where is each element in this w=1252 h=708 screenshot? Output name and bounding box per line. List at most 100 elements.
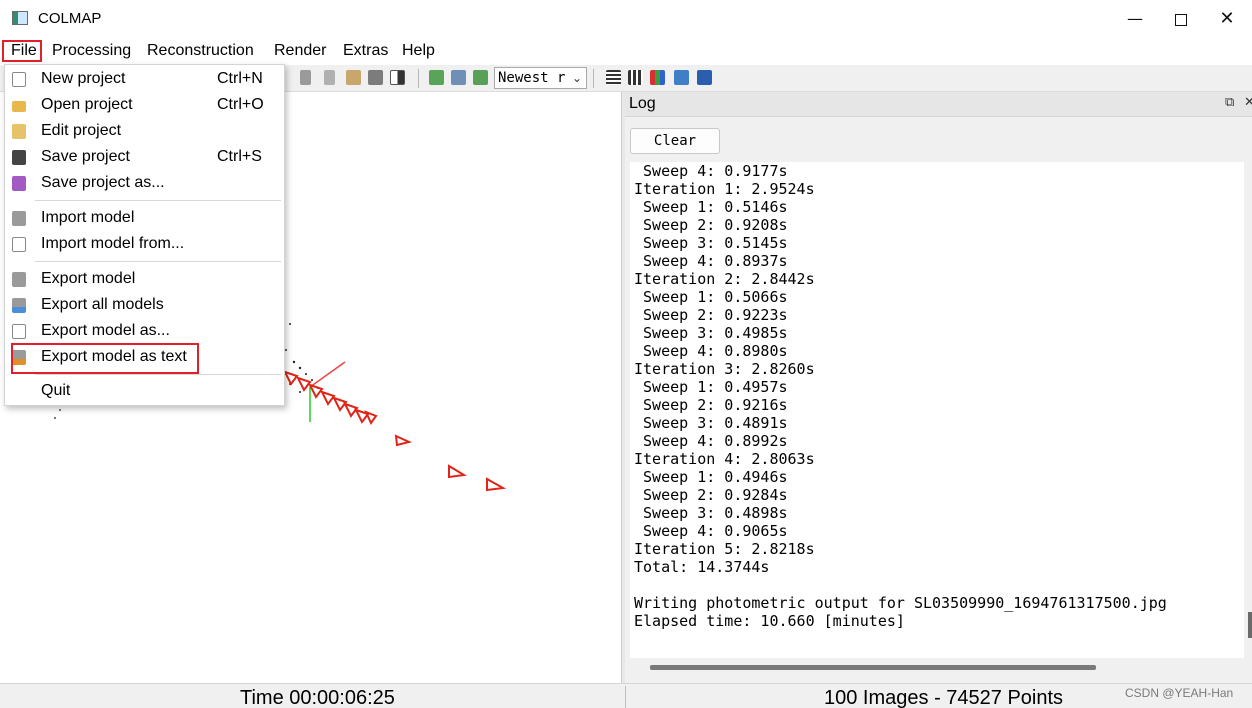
menu-extras[interactable]: Extras — [343, 42, 388, 60]
log-line: Sweep 3: 0.4985s — [634, 324, 788, 342]
log-line: Sweep 4: 0.9065s — [634, 522, 788, 540]
log-line: Sweep 1: 0.5146s — [634, 198, 788, 216]
menu-bar: File Processing Reconstruction Render Ex… — [0, 38, 1252, 65]
log-line: Sweep 1: 0.5066s — [634, 288, 788, 306]
export-as-icon — [12, 324, 26, 339]
menu-item-label: Edit project — [41, 122, 122, 139]
menu-item-label: Export all models — [41, 296, 164, 313]
menu-item-new-project[interactable]: New project Ctrl+N — [5, 67, 284, 93]
log-line: Sweep 2: 0.9223s — [634, 306, 788, 324]
log-dock-header: Log ⧉ ✕ — [625, 92, 1252, 117]
toolbar-separator — [593, 69, 594, 88]
log-line: Sweep 1: 0.4946s — [634, 468, 788, 486]
menu-item-label: Open project — [41, 96, 133, 113]
sort-order-value: Newest r — [498, 70, 566, 86]
menu-item-label: Save project — [41, 148, 130, 165]
menu-item-import-model[interactable]: Import model — [5, 206, 284, 232]
import-from-icon — [12, 237, 26, 252]
log-line: Sweep 4: 0.8937s — [634, 252, 788, 270]
menu-item-quit[interactable]: Quit — [5, 379, 284, 405]
log-lines-icon[interactable] — [606, 70, 621, 85]
contrast-icon[interactable] — [390, 70, 405, 85]
log-line: Iteration 4: 2.8063s — [634, 450, 815, 468]
title-bar: COLMAP — ✕ — [0, 0, 1252, 38]
menu-help[interactable]: Help — [402, 42, 435, 60]
log-horizontal-scrollbar[interactable] — [630, 658, 1244, 676]
menu-item-save-project-as[interactable]: Save project as... — [5, 171, 284, 197]
log-line: Sweep 4: 0.8980s — [634, 342, 788, 360]
file-menu-highlight — [2, 40, 42, 62]
tools-icon[interactable] — [368, 70, 383, 85]
menu-item-shortcut: Ctrl+O — [217, 96, 264, 113]
menu-item-export-model-as[interactable]: Export model as... — [5, 319, 284, 345]
menu-reconstruction[interactable]: Reconstruction — [147, 42, 254, 60]
log-title: Log — [629, 95, 656, 112]
clear-log-button[interactable]: Clear — [630, 128, 720, 154]
export-icon — [12, 272, 26, 287]
image-icon[interactable] — [674, 70, 689, 85]
menu-item-label: Quit — [41, 382, 71, 399]
status-separator — [625, 686, 626, 708]
menu-item-label: Save project as... — [41, 174, 165, 191]
menu-item-label: Import model — [41, 209, 135, 226]
log-line: Sweep 3: 0.5145s — [634, 234, 788, 252]
import-icon — [12, 211, 26, 226]
log-line: Sweep 2: 0.9216s — [634, 396, 788, 414]
sort-order-combo[interactable]: Newest r ⌄ — [494, 67, 587, 89]
colmap-app-icon — [12, 11, 28, 25]
close-icon[interactable]: ✕ — [1204, 0, 1250, 38]
log-line: Total: 14.3744s — [634, 558, 770, 576]
edit-icon — [12, 124, 26, 139]
log-line: Sweep 2: 0.9284s — [634, 486, 788, 504]
menu-separator — [35, 261, 281, 262]
camera-frustums — [283, 370, 507, 492]
log-line: Sweep 4: 0.8992s — [634, 432, 788, 450]
menu-item-open-project[interactable]: Open project Ctrl+O — [5, 93, 284, 119]
add-image-icon[interactable] — [429, 70, 444, 85]
log-line: Sweep 2: 0.9208s — [634, 216, 788, 234]
log-line: Sweep 3: 0.4891s — [634, 414, 788, 432]
undock-icon[interactable]: ⧉ — [1225, 95, 1234, 110]
menu-item-shortcut: Ctrl+N — [217, 70, 263, 87]
toolbar-separator — [418, 69, 419, 88]
minimize-icon[interactable]: — — [1112, 0, 1158, 38]
menu-item-edit-project[interactable]: Edit project — [5, 119, 284, 145]
download-icon[interactable] — [473, 70, 488, 85]
scrollbar-thumb[interactable] — [650, 665, 1096, 670]
log-line: Writing photometric output for SL0350999… — [634, 594, 1167, 612]
menu-item-label: Export model as... — [41, 322, 170, 339]
menu-item-export-model[interactable]: Export model — [5, 267, 284, 293]
pause-icon[interactable] — [324, 70, 335, 85]
elapsed-time: Time 00:00:06:25 — [240, 687, 395, 708]
log-vertical-scrollbar[interactable] — [1248, 612, 1252, 638]
window-title: COLMAP — [38, 10, 102, 27]
dock-close-icon[interactable]: ✕ — [1244, 95, 1252, 110]
menu-item-import-model-from[interactable]: Import model from... — [5, 232, 284, 258]
save-icon — [12, 150, 26, 165]
log-output[interactable]: Sweep 4: 0.9177s Iteration 1: 2.9524s Sw… — [630, 162, 1244, 658]
images-icon[interactable] — [451, 70, 466, 85]
menu-processing[interactable]: Processing — [52, 42, 131, 60]
edit-icon[interactable] — [346, 70, 361, 85]
watermark: CSDN @YEAH-Han — [1125, 686, 1234, 700]
step-icon[interactable] — [300, 70, 311, 85]
menu-item-label: Import model from... — [41, 235, 185, 252]
log-line: Sweep 1: 0.4957s — [634, 378, 788, 396]
save-as-icon — [12, 176, 26, 191]
bar-chart-icon[interactable] — [650, 70, 665, 85]
folder-icon — [12, 101, 26, 112]
grid-icon[interactable] — [628, 70, 643, 85]
menu-render[interactable]: Render — [274, 42, 326, 60]
menu-item-save-project[interactable]: Save project Ctrl+S — [5, 145, 284, 171]
new-file-icon — [12, 72, 26, 87]
chevron-down-icon: ⌄ — [571, 71, 582, 85]
maximize-icon[interactable] — [1158, 0, 1204, 38]
film-icon[interactable] — [697, 70, 712, 85]
menu-item-label: New project — [41, 70, 126, 87]
log-line: Elapsed time: 10.660 [minutes] — [634, 612, 905, 630]
menu-item-export-all-models[interactable]: Export all models — [5, 293, 284, 319]
menu-separator — [35, 374, 281, 375]
log-line: Iteration 1: 2.9524s — [634, 180, 815, 198]
colmap-window: COLMAP — ✕ File Processing Reconstructio… — [0, 0, 1252, 708]
log-line: Sweep 4: 0.9177s — [634, 162, 788, 180]
